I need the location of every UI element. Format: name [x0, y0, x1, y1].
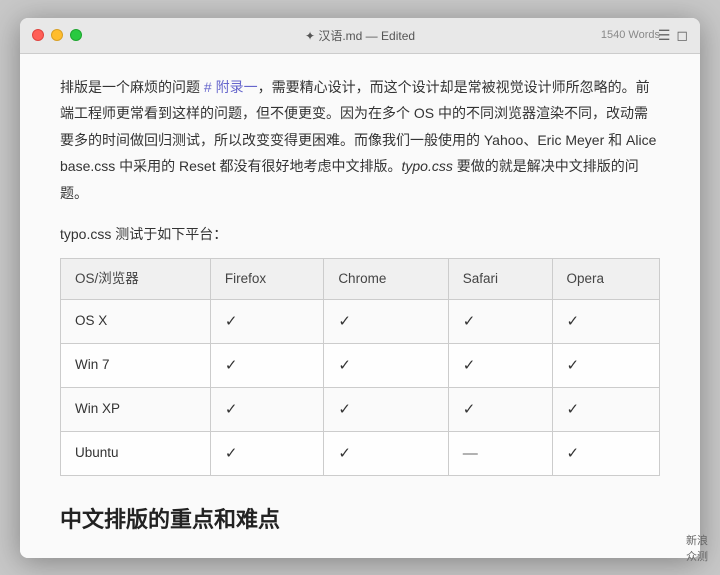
firefox-cell: ✓ [210, 387, 323, 431]
os-cell: Win XP [61, 387, 211, 431]
chrome-cell: ✓ [324, 299, 448, 343]
content-area: 排版是一个麻烦的问题 # 附录一，需要精心设计，而这个设计却是常被视觉设计师所忽… [20, 54, 700, 558]
os-cell: Win 7 [61, 343, 211, 387]
col-firefox: Firefox [210, 258, 323, 299]
table-row: Win XP ✓ ✓ ✓ ✓ [61, 387, 660, 431]
appendix-link[interactable]: # 附录一 [204, 79, 258, 95]
close-button[interactable] [32, 29, 44, 41]
maximize-button[interactable] [70, 29, 82, 41]
checkmark-icon: ✓ [567, 401, 580, 418]
checkmark-icon: ✓ [338, 401, 351, 418]
checkmark-icon: ✓ [225, 445, 238, 462]
checkmark-icon: ✓ [567, 357, 580, 374]
section-heading: 中文排版的重点和难点 [60, 500, 660, 540]
col-opera: Opera [552, 258, 659, 299]
section-body: 在中文排版中，HTML4 的很多标准在语义在都有照顾到。但从视觉效果上，却很难利… [60, 554, 660, 558]
checkmark-icon: ✓ [338, 357, 351, 374]
intro-paragraph: 排版是一个麻烦的问题 # 附录一，需要精心设计，而这个设计却是常被视觉设计师所忽… [60, 74, 660, 207]
watermark-line2: 众测 [686, 550, 708, 565]
window-icon[interactable]: ◻ [676, 27, 688, 44]
opera-cell: ✓ [552, 343, 659, 387]
safari-cell: ✓ [448, 299, 552, 343]
watermark: 新浪 众测 [686, 534, 708, 565]
chrome-cell: ✓ [324, 387, 448, 431]
checkmark-icon: ✓ [463, 313, 476, 330]
opera-cell: ✓ [552, 387, 659, 431]
checkmark-icon: ✓ [225, 401, 238, 418]
safari-cell: ✓ [448, 343, 552, 387]
titlebar: ✦ 汉语.md — Edited 1540 Words ☰ ◻ [20, 18, 700, 54]
table-row: Win 7 ✓ ✓ ✓ ✓ [61, 343, 660, 387]
window-title: ✦ 汉语.md — Edited [305, 27, 415, 44]
table-row: OS X ✓ ✓ ✓ ✓ [61, 299, 660, 343]
browser-compatibility-table: OS/浏览器 Firefox Chrome Safari Opera OS X … [60, 258, 660, 476]
dash-icon: — [463, 445, 478, 462]
os-cell: Ubuntu [61, 431, 211, 475]
word-count: 1540 Words [601, 29, 660, 41]
checkmark-icon: ✓ [567, 313, 580, 330]
firefox-cell: ✓ [210, 431, 323, 475]
app-window: ✦ 汉语.md — Edited 1540 Words ☰ ◻ 排版是一个麻烦的… [20, 18, 700, 558]
minimize-button[interactable] [51, 29, 63, 41]
col-os: OS/浏览器 [61, 258, 211, 299]
os-cell: OS X [61, 299, 211, 343]
opera-cell: ✓ [552, 431, 659, 475]
platform-label: typo.css 测试于如下平台： [60, 222, 660, 247]
safari-cell: ✓ [448, 387, 552, 431]
col-safari: Safari [448, 258, 552, 299]
checkmark-icon: ✓ [225, 313, 238, 330]
safari-cell: — [448, 431, 552, 475]
checkmark-icon: ✓ [338, 313, 351, 330]
checkmark-icon: ✓ [567, 445, 580, 462]
firefox-cell: ✓ [210, 343, 323, 387]
opera-cell: ✓ [552, 299, 659, 343]
list-icon[interactable]: ☰ [658, 27, 671, 44]
chrome-cell: ✓ [324, 431, 448, 475]
watermark-line1: 新浪 [686, 534, 708, 549]
traffic-lights [32, 29, 82, 41]
firefox-cell: ✓ [210, 299, 323, 343]
checkmark-icon: ✓ [225, 357, 238, 374]
toolbar-icons: ☰ ◻ [658, 27, 688, 44]
table-row: Ubuntu ✓ ✓ — ✓ [61, 431, 660, 475]
checkmark-icon: ✓ [338, 445, 351, 462]
checkmark-icon: ✓ [463, 401, 476, 418]
col-chrome: Chrome [324, 258, 448, 299]
checkmark-icon: ✓ [463, 357, 476, 374]
chrome-cell: ✓ [324, 343, 448, 387]
